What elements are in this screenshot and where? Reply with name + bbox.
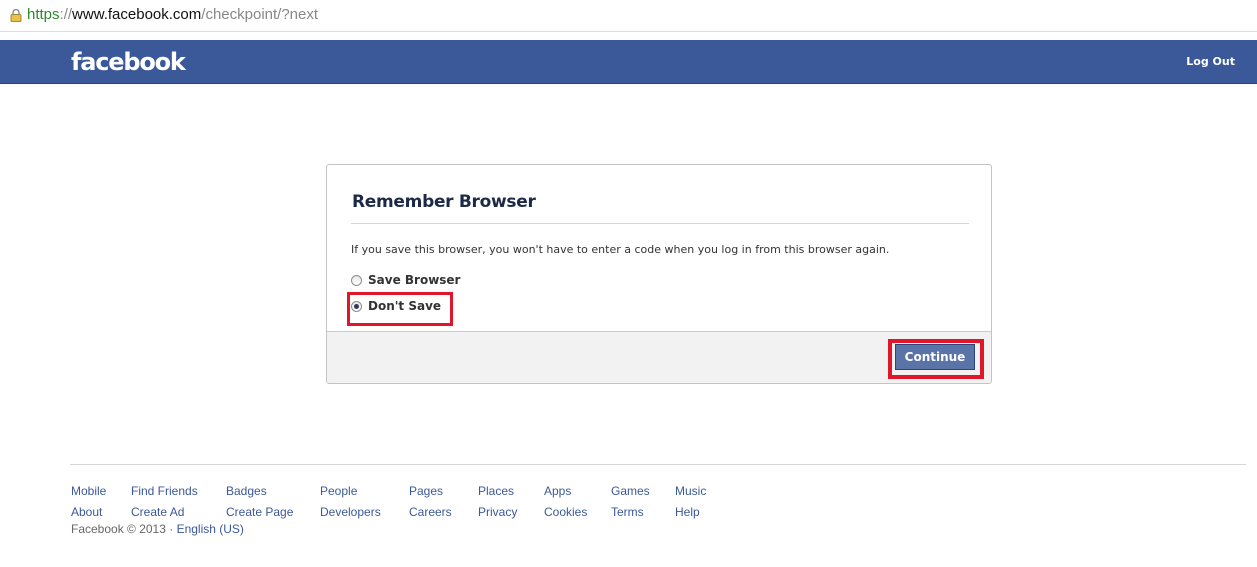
footer-link-developers[interactable]: Developers bbox=[320, 505, 409, 519]
facebook-logo[interactable]: facebook bbox=[71, 48, 186, 76]
dialog-description: If you save this browser, you won't have… bbox=[351, 243, 890, 256]
dialog-title: Remember Browser bbox=[352, 192, 536, 212]
copyright-line: Facebook © 2013 · English (US) bbox=[71, 522, 244, 536]
footer-divider bbox=[70, 464, 1246, 465]
footer-link-create-ad[interactable]: Create Ad bbox=[131, 505, 226, 519]
footer-row-2: About Create Ad Create Page Developers C… bbox=[71, 501, 725, 522]
save-browser-radio[interactable] bbox=[351, 274, 362, 286]
footer-link-find-friends[interactable]: Find Friends bbox=[131, 484, 226, 498]
footer-row-1: Mobile Find Friends Badges People Pages … bbox=[71, 480, 725, 501]
footer-link-terms[interactable]: Terms bbox=[611, 505, 675, 519]
url-separator: :// bbox=[59, 6, 73, 23]
footer-links: Mobile Find Friends Badges People Pages … bbox=[71, 480, 725, 522]
save-browser-label: Save Browser bbox=[368, 273, 461, 287]
continue-highlight-box bbox=[888, 339, 984, 379]
footer-link-people[interactable]: People bbox=[320, 484, 409, 498]
url-host: www.facebook.com bbox=[72, 6, 202, 23]
footer-link-apps[interactable]: Apps bbox=[544, 484, 611, 498]
url-path: /checkpoint/?next bbox=[201, 6, 319, 23]
logout-link[interactable]: Log Out bbox=[1186, 55, 1235, 68]
lock-icon bbox=[10, 9, 22, 22]
footer-link-music[interactable]: Music bbox=[675, 484, 725, 498]
footer-link-privacy[interactable]: Privacy bbox=[478, 505, 544, 519]
footer-link-games[interactable]: Games bbox=[611, 484, 675, 498]
footer-link-help[interactable]: Help bbox=[675, 505, 725, 519]
footer-link-badges[interactable]: Badges bbox=[226, 484, 320, 498]
footer-link-places[interactable]: Places bbox=[478, 484, 544, 498]
footer-link-about[interactable]: About bbox=[71, 505, 131, 519]
footer-link-mobile[interactable]: Mobile bbox=[71, 484, 131, 498]
browser-address-bar[interactable]: https://www.facebook.com/checkpoint/?nex… bbox=[0, 0, 1257, 32]
save-browser-option[interactable]: Save Browser bbox=[351, 272, 460, 288]
url-text[interactable]: https://www.facebook.com/checkpoint/?nex… bbox=[27, 6, 318, 24]
footer-link-create-page[interactable]: Create Page bbox=[226, 505, 320, 519]
footer-link-pages[interactable]: Pages bbox=[409, 484, 478, 498]
dont-save-highlight-box bbox=[347, 292, 453, 326]
language-link[interactable]: English (US) bbox=[177, 522, 244, 536]
footer-link-careers[interactable]: Careers bbox=[409, 505, 478, 519]
url-scheme: https bbox=[27, 6, 60, 23]
copyright-text: Facebook © 2013 · bbox=[71, 522, 177, 536]
dialog-divider bbox=[351, 223, 969, 224]
footer-link-cookies[interactable]: Cookies bbox=[544, 505, 611, 519]
facebook-header: facebook Log Out bbox=[0, 40, 1257, 84]
